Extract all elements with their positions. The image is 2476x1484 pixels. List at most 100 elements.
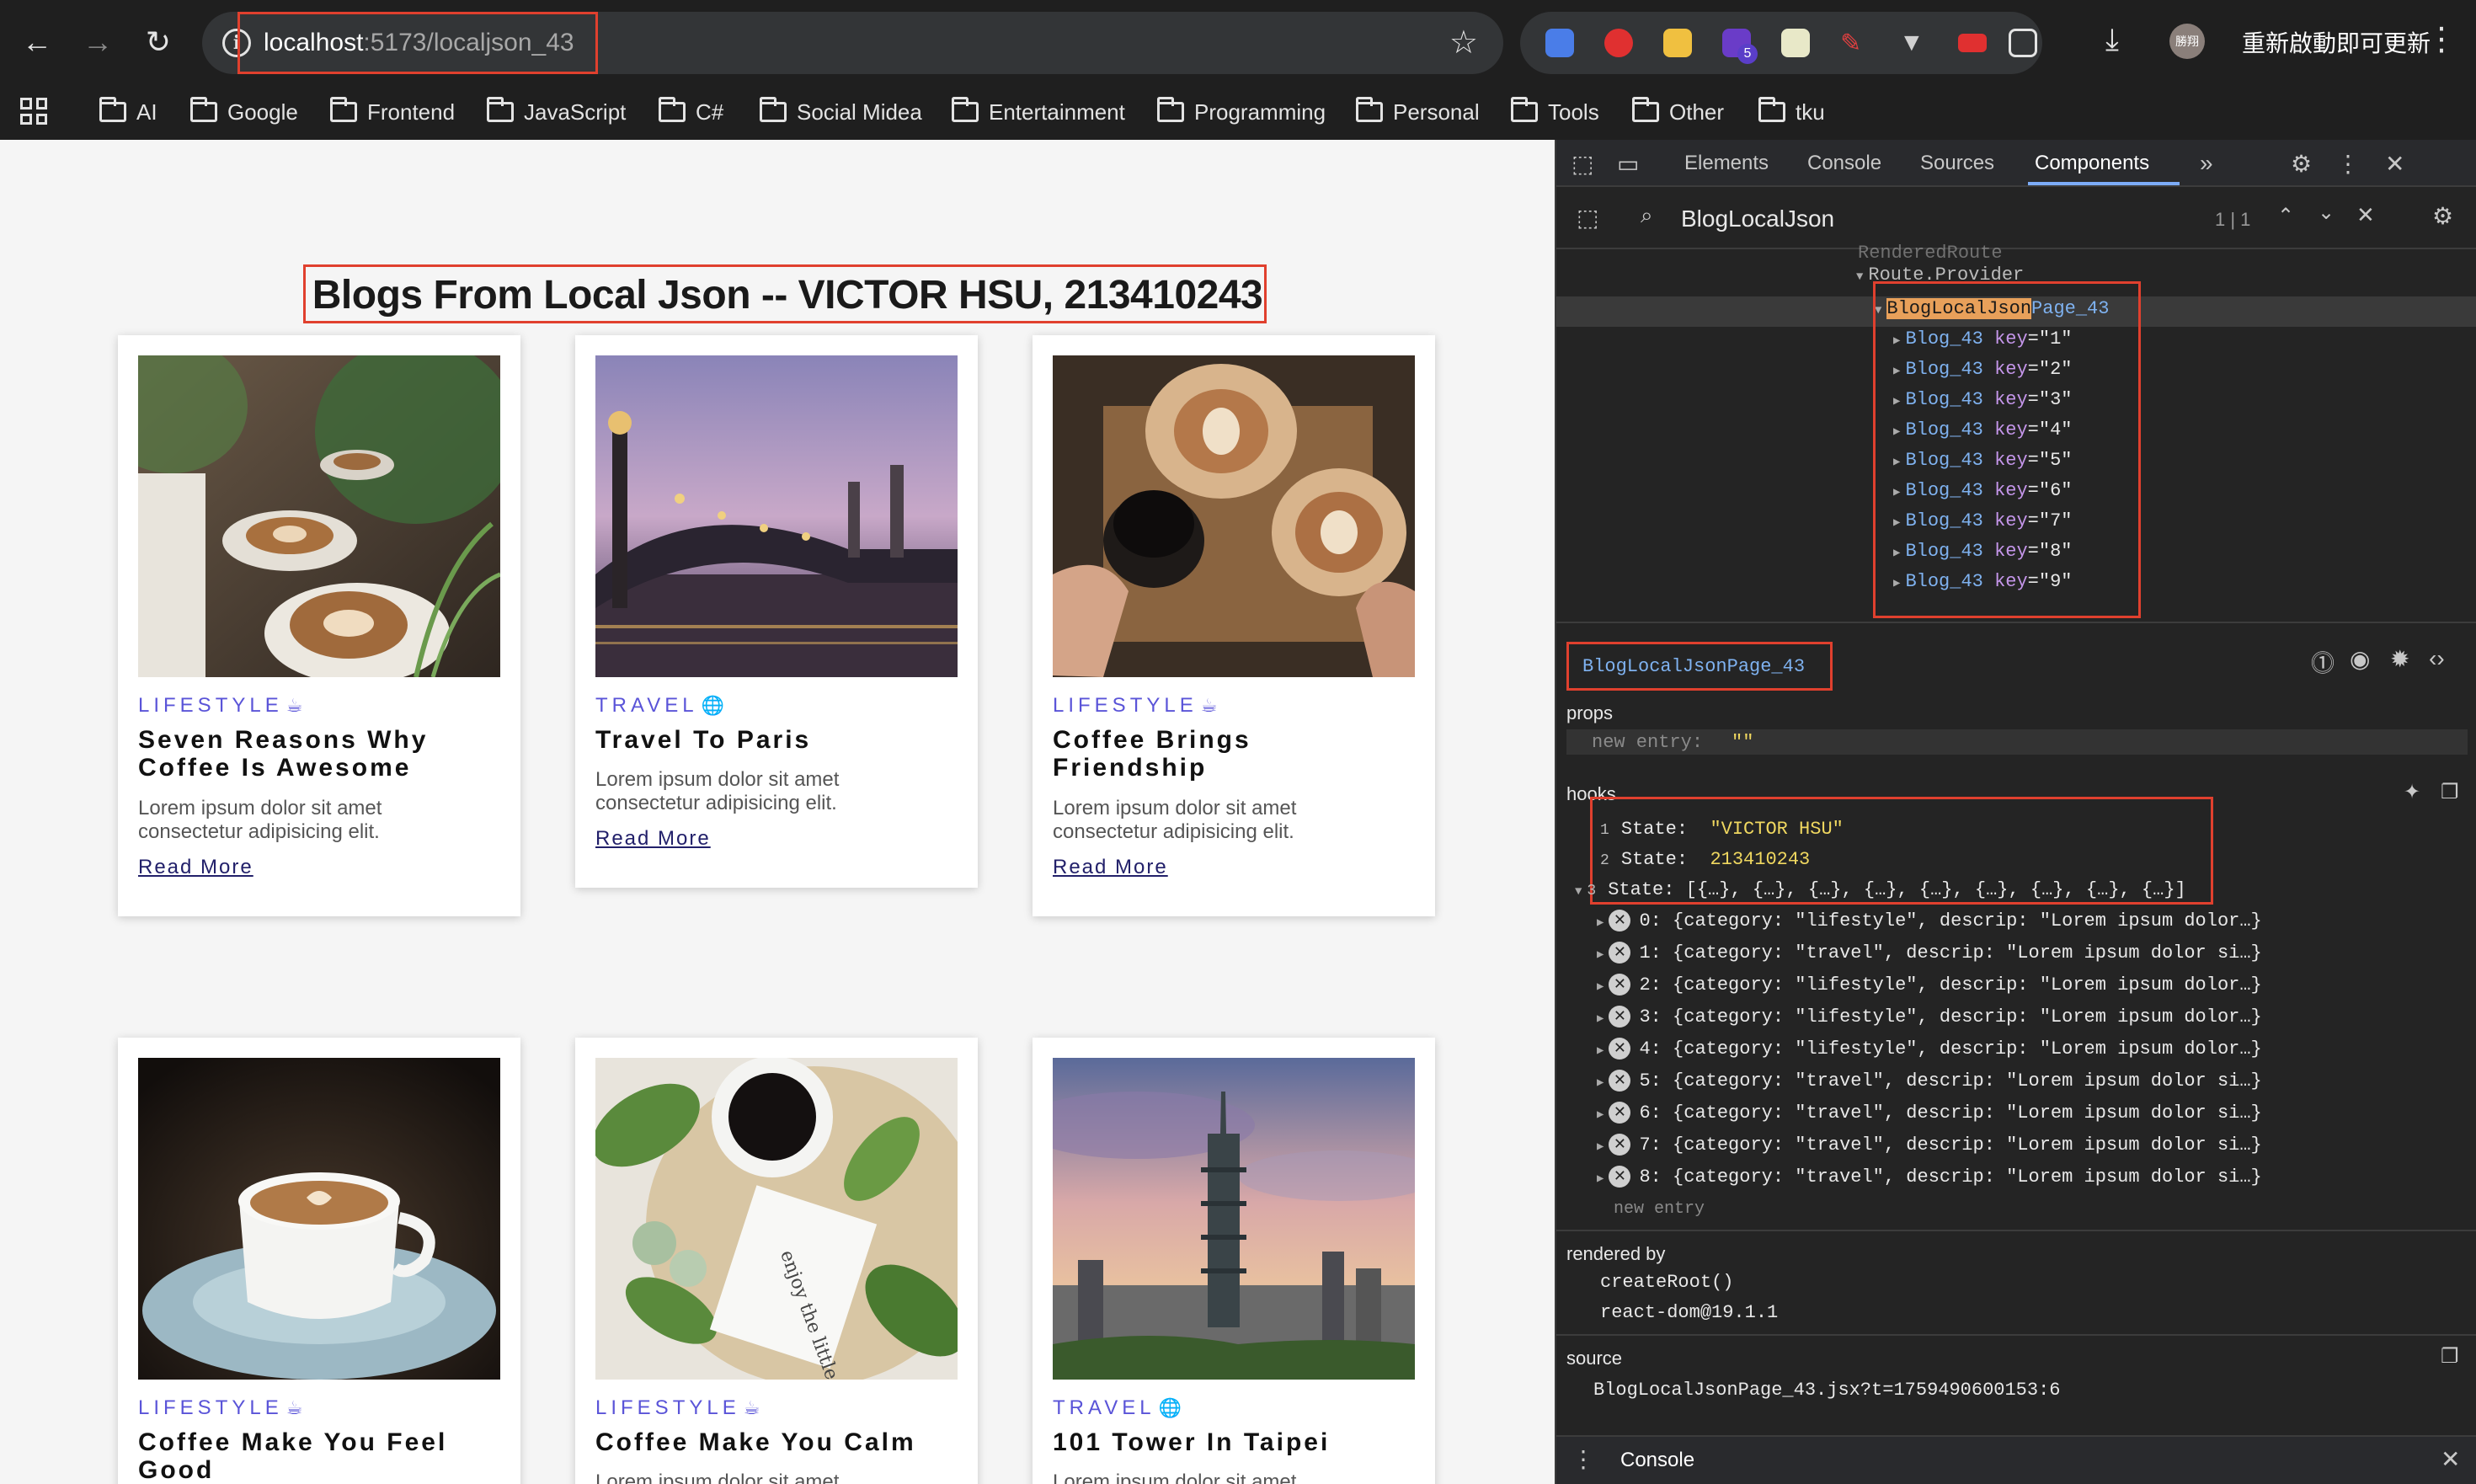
notes-extension-icon[interactable] [1663, 29, 1692, 57]
devtools-tab-bar: ⬚ ▭ Elements Console Sources Components … [1556, 140, 2476, 187]
console-drawer-tab[interactable]: Console [1620, 1449, 1694, 1472]
forward-icon[interactable]: → [74, 19, 121, 66]
props-new-entry-value[interactable]: "" [1732, 732, 1753, 753]
bookmark-folder-frontend[interactable]: Frontend [330, 96, 455, 128]
page-title: Blogs From Local Json -- VICTOR HSU, 213… [312, 273, 1263, 318]
more-vert-icon[interactable]: ⋮ [2425, 20, 2457, 58]
clear-search-icon[interactable]: ✕ [2356, 202, 2375, 228]
state-item-row[interactable]: ▶ ✕ 2: {category: "lifestyle", descrip: "L… [1597, 974, 2262, 996]
hook-state-3[interactable]: ▼ 3 State: [{…}, {…}, {…}, {…}, {…}, {…}, … [1575, 879, 2186, 900]
close-icon[interactable]: ✕ [2385, 150, 2404, 178]
update-button[interactable]: 重新啟動即可更新 [2242, 25, 2431, 59]
magic-wand-icon[interactable]: ✦ [2404, 780, 2420, 804]
avatar[interactable]: 勝翔 [2169, 24, 2205, 59]
state-item-row[interactable]: ▶ ✕ 0: {category: "lifestyle", descrip: "L… [1597, 910, 2262, 932]
puzzle-extensions-icon[interactable] [2009, 29, 2037, 57]
chevron-down-icon[interactable]: ⌄ [2318, 200, 2335, 225]
state-item-row[interactable]: ▶ ✕ 7: {category: "travel", descrip: "Lore… [1597, 1134, 2262, 1156]
apps-grid-icon[interactable] [20, 98, 47, 125]
warning-icon[interactable]: ⓵ [2311, 645, 2335, 679]
url-text[interactable]: localhost:5173/localjson_43 [237, 12, 598, 74]
rendered-by-heading: rendered by [1566, 1243, 1666, 1264]
bookmark-folder-tku[interactable]: tku [1758, 96, 1825, 128]
select-component-icon[interactable]: ⬚ [1577, 204, 1598, 232]
search-input[interactable]: BlogLocalJson [1681, 206, 1834, 232]
expand-arrow-icon[interactable]: ▼ [1856, 270, 1863, 284]
read-more-link[interactable]: Read More [138, 856, 253, 879]
infinity-extension-icon[interactable] [1958, 34, 1987, 52]
delete-icon: ✕ [1609, 1102, 1631, 1124]
reload-icon[interactable]: ↻ [135, 19, 182, 66]
vue-extension-icon[interactable]: ▼ [1899, 29, 1928, 57]
tab-console[interactable]: Console [1807, 152, 1881, 175]
folder-icon [487, 97, 514, 122]
more-vert-icon[interactable]: ⋮ [2336, 150, 2360, 178]
view-source-icon[interactable]: ‹› [2429, 645, 2445, 672]
state-item-row[interactable]: ▶ ✕ 4: {category: "lifestyle", descrip: "L… [1597, 1038, 2262, 1060]
search-icon: ⌕ [1641, 202, 1653, 227]
bookmark-star-icon[interactable]: ☆ [1449, 24, 1478, 61]
tree-row-partial[interactable]: RenderedRoute [1858, 243, 2003, 264]
read-more-link[interactable]: Read More [1053, 856, 1168, 879]
bookmark-folder-personal[interactable]: Personal [1356, 96, 1480, 128]
source-location[interactable]: BlogLocalJsonPage_43.jsx?t=1759490600153… [1593, 1380, 2061, 1401]
state-item-row[interactable]: ▶ ✕ 8: {category: "travel", descrip: "Lore… [1597, 1166, 2262, 1188]
url-path: :5173/localjson_43 [363, 29, 574, 56]
tab-sources[interactable]: Sources [1920, 152, 1994, 175]
bookmark-folder-tools[interactable]: Tools [1511, 96, 1599, 128]
copy-icon[interactable]: ❐ [2441, 780, 2459, 804]
bookmark-folder-programming[interactable]: Programming [1157, 96, 1326, 128]
translate-extension-icon[interactable] [1545, 29, 1574, 57]
bookmark-folder-other[interactable]: Other [1632, 96, 1724, 128]
state-item-row[interactable]: ▶ ✕ 1: {category: "travel", descrip: "Lore… [1597, 942, 2262, 964]
tab-components[interactable]: Components [2035, 152, 2149, 175]
state-item-row[interactable]: ▶ ✕ 3: {category: "lifestyle", descrip: "L… [1597, 1006, 2262, 1028]
back-icon[interactable]: ← [13, 19, 61, 66]
hook-state-1[interactable]: 1 State: "VICTOR HSU" [1600, 819, 1844, 840]
more-vert-icon[interactable]: ⋮ [1572, 1445, 1595, 1473]
card-description: Lorem ipsum dolor sit amet consectetur a… [595, 1471, 840, 1484]
hook-state-2[interactable]: 2 State: 213410243 [1600, 849, 1810, 870]
device-toolbar-icon[interactable]: ▭ [1617, 150, 1639, 178]
bookmark-folder-social[interactable]: Social Midea [760, 96, 922, 128]
chevron-up-icon[interactable]: ⌃ [2277, 204, 2294, 228]
read-more-link[interactable]: Read More [595, 827, 711, 851]
download-icon[interactable]: ⤓ [2105, 22, 2119, 58]
gear-icon[interactable]: ⚙ [2291, 150, 2312, 178]
state-item-row[interactable]: ▶ ✕ 5: {category: "travel", descrip: "Lore… [1597, 1070, 2262, 1092]
copy-icon[interactable]: ❐ [2441, 1344, 2459, 1369]
component-search-bar: ⬚ ⌕ BlogLocalJson 1 | 1 ⌃ ⌄ ✕ ⚙ [1556, 189, 2476, 249]
globe-icon: 🌐 [701, 695, 724, 716]
tab-elements[interactable]: Elements [1684, 152, 1769, 175]
blog-card: TRAVEL 🌐 101 Tower In Taipei Lorem ipsum … [1033, 1038, 1435, 1484]
bookmark-folder-entertainment[interactable]: Entertainment [952, 96, 1125, 128]
pen-extension-icon[interactable]: ✎ [1840, 29, 1869, 57]
props-new-entry-row[interactable]: new entry: "" [1566, 729, 2468, 755]
bookmark-folder-csharp[interactable]: C# [659, 96, 723, 128]
adblock-extension-icon[interactable] [1604, 29, 1633, 57]
inspect-element-icon[interactable]: ⬚ [1572, 150, 1593, 178]
address-bar[interactable]: i localhost:5173/localjson_43 ☆ [202, 12, 1503, 74]
extensions-bar: 5 ✎ ▼ [1520, 12, 2042, 74]
category-label: LIFESTYLE ☕ [138, 694, 302, 718]
bookmark-folder-ai[interactable]: AI [99, 96, 157, 128]
rendered-by-item: react-dom@19.1.1 [1600, 1302, 1779, 1323]
state-item-row[interactable]: ▶ ✕ 6: {category: "travel", descrip: "Lore… [1597, 1102, 2262, 1124]
shape-extension-icon[interactable]: 5 [1722, 29, 1758, 64]
category-label: LIFESTYLE ☕ [1053, 694, 1217, 718]
bookmark-folder-google[interactable]: Google [190, 96, 298, 128]
close-icon[interactable]: ✕ [2441, 1445, 2460, 1473]
eye-icon[interactable]: ◉ [2350, 645, 2370, 673]
folder-icon [330, 97, 357, 122]
settings-icon[interactable]: ⚙ [2432, 202, 2453, 230]
delete-icon: ✕ [1609, 974, 1631, 996]
more-tabs-icon[interactable]: » [2200, 150, 2213, 177]
bug-icon[interactable]: ✹ [2390, 645, 2409, 673]
bookmark-folder-javascript[interactable]: JavaScript [487, 96, 626, 128]
bookmark-label: Frontend [367, 99, 456, 125]
sheet-extension-icon[interactable] [1781, 29, 1810, 57]
bookmark-label: JavaScript [524, 99, 627, 125]
delete-icon: ✕ [1609, 910, 1631, 932]
hooks-new-entry[interactable]: new entry [1614, 1199, 1705, 1219]
bookmark-label: Programming [1194, 99, 1326, 125]
